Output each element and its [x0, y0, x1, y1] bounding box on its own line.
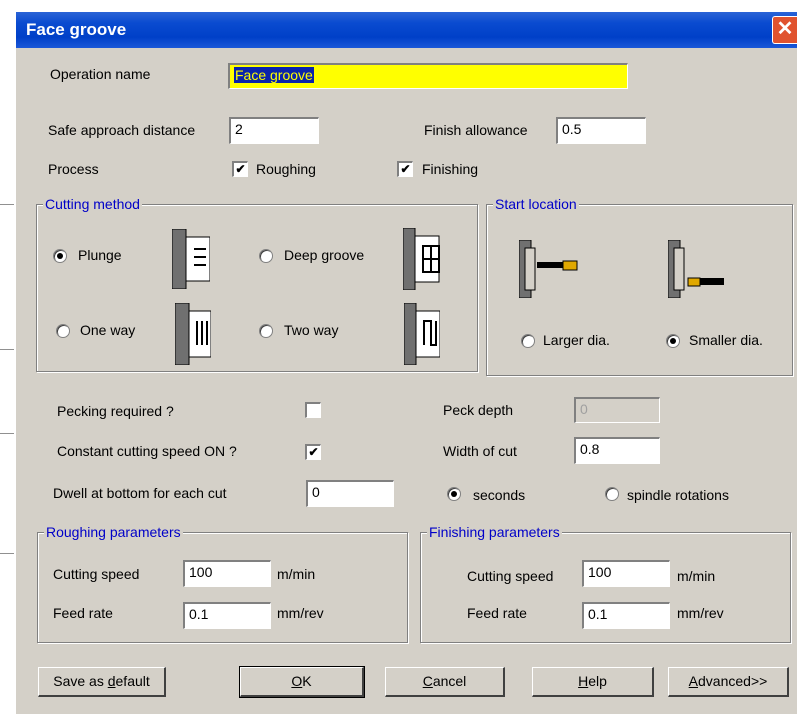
ok-button[interactable]: OK	[239, 666, 365, 698]
finishing-feed-input[interactable]: 0.1	[582, 602, 670, 629]
two-way-icon	[404, 303, 440, 365]
roughing-feed-input[interactable]: 0.1	[183, 602, 271, 629]
operation-name-value: Face groove	[234, 67, 314, 83]
roughing-checkbox[interactable]: ✔	[232, 161, 248, 177]
smaller-dia-tool-icon	[668, 240, 724, 298]
width-of-cut-label: Width of cut	[443, 443, 517, 459]
one-way-icon	[175, 303, 211, 365]
finishing-label: Finishing	[422, 161, 479, 177]
pecking-checkbox[interactable]	[305, 402, 321, 418]
roughing-feed-label: Feed rate	[53, 605, 113, 621]
smaller-dia-label: Smaller dia.	[689, 332, 763, 348]
constant-speed-checkbox[interactable]: ✔	[305, 444, 321, 460]
dwell-label: Dwell at bottom for each cut	[53, 485, 227, 501]
save-as-default-button[interactable]: Save as default	[38, 667, 166, 697]
advanced-button[interactable]: Advanced>>	[668, 667, 789, 697]
finish-allowance-label: Finish allowance	[424, 122, 528, 138]
help-text: elp	[588, 673, 607, 689]
pecking-label: Pecking required ?	[57, 403, 174, 419]
roughing-feed-unit: mm/rev	[277, 605, 324, 621]
save-default-text-post: efault	[115, 673, 150, 689]
save-default-text-pre: Save as	[53, 673, 108, 689]
roughing-speed-unit: m/min	[277, 566, 316, 582]
smaller-dia-radio[interactable]	[666, 334, 680, 348]
close-button[interactable]: ✕	[772, 16, 797, 44]
two-way-label: Two way	[284, 322, 339, 338]
spindle-rotations-label: spindle rotations	[627, 487, 729, 503]
peck-depth-input[interactable]: 0	[574, 397, 660, 423]
width-of-cut-input[interactable]: 0.8	[574, 437, 660, 464]
operation-name-input[interactable]: Face groove	[228, 63, 628, 89]
dwell-input[interactable]: 0	[306, 480, 394, 507]
seconds-radio[interactable]	[447, 487, 461, 501]
help-button[interactable]: Help	[532, 667, 654, 697]
roughing-speed-label: Cutting speed	[53, 566, 140, 582]
larger-dia-radio[interactable]	[521, 334, 535, 348]
title-bar[interactable]: Face groove ✕	[16, 12, 797, 48]
background-edge-line	[0, 349, 14, 350]
finish-allowance-input[interactable]: 0.5	[556, 117, 646, 144]
cancel-text: ancel	[432, 673, 467, 689]
finishing-speed-input[interactable]: 100	[582, 560, 670, 587]
spindle-rotations-radio[interactable]	[605, 487, 619, 501]
process-label: Process	[48, 161, 99, 177]
background-edge-line	[0, 204, 14, 205]
deep-groove-radio[interactable]	[259, 249, 273, 263]
operation-name-label: Operation name	[50, 66, 151, 82]
finishing-parameters-title: Finishing parameters	[427, 524, 562, 540]
safe-approach-label: Safe approach distance	[48, 122, 196, 138]
seconds-label: seconds	[473, 487, 526, 503]
safe-approach-input[interactable]: 2	[229, 117, 319, 144]
plunge-label: Plunge	[78, 247, 122, 263]
advanced-text: dvanced>>	[698, 673, 768, 689]
background-edge-line	[0, 553, 14, 554]
roughing-label: Roughing	[256, 161, 316, 177]
finishing-checkbox[interactable]: ✔	[397, 161, 413, 177]
start-location-title: Start location	[493, 196, 579, 212]
deep-groove-label: Deep groove	[284, 247, 365, 263]
larger-dia-label: Larger dia.	[543, 332, 610, 348]
larger-dia-tool-icon	[519, 240, 578, 298]
plunge-icon	[172, 229, 210, 289]
finishing-speed-label: Cutting speed	[467, 568, 554, 584]
finishing-speed-unit: m/min	[677, 568, 716, 584]
cutting-method-title: Cutting method	[43, 196, 142, 212]
ok-text: K	[302, 673, 312, 689]
ok-accesskey: O	[291, 673, 303, 689]
peck-depth-label: Peck depth	[443, 402, 514, 418]
deep-groove-icon	[403, 228, 440, 290]
background-edge-line	[0, 433, 14, 434]
roughing-parameters-title: Roughing parameters	[44, 524, 183, 540]
help-accesskey: H	[578, 673, 589, 689]
two-way-radio[interactable]	[259, 324, 273, 338]
cancel-accesskey: C	[422, 673, 433, 689]
plunge-radio[interactable]	[53, 249, 67, 263]
one-way-label: One way	[80, 322, 136, 338]
window-title: Face groove	[26, 20, 127, 39]
constant-speed-label: Constant cutting speed ON ?	[57, 443, 237, 459]
close-icon: ✕	[776, 18, 794, 40]
finishing-feed-unit: mm/rev	[677, 605, 724, 621]
one-way-radio[interactable]	[56, 324, 70, 338]
save-default-accesskey: d	[107, 673, 116, 689]
finishing-feed-label: Feed rate	[467, 605, 527, 621]
advanced-accesskey: A	[688, 673, 699, 689]
cancel-button[interactable]: Cancel	[385, 667, 505, 697]
roughing-speed-input[interactable]: 100	[183, 560, 271, 587]
